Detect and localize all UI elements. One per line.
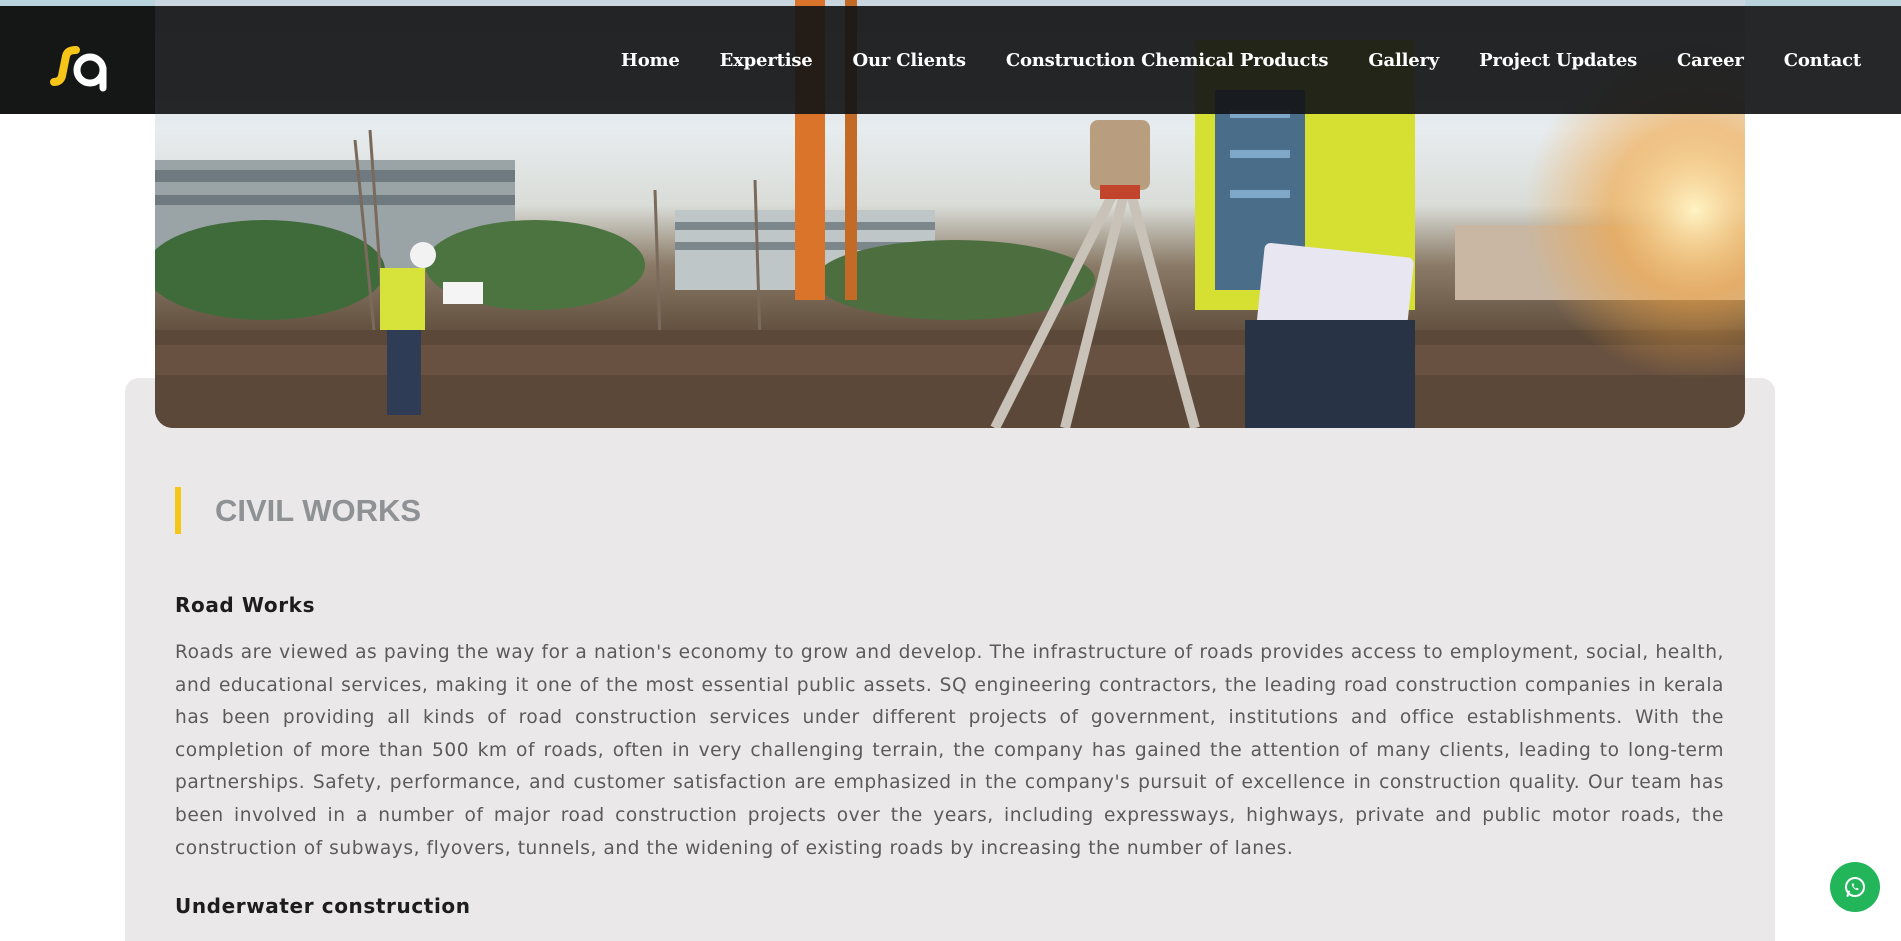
nav-expertise[interactable]: Expertise (720, 50, 813, 71)
main-navbar: Home Expertise Our Clients Construction … (0, 6, 1901, 114)
section-title: CIVIL WORKS (215, 492, 422, 528)
nav-contact[interactable]: Contact (1784, 50, 1861, 71)
underwater-construction-title: Underwater construction (175, 894, 471, 918)
whatsapp-icon (1845, 877, 1865, 897)
nav-our-clients[interactable]: Our Clients (853, 50, 967, 71)
nav-construction-chemical-products[interactable]: Construction Chemical Products (1006, 50, 1329, 71)
logo[interactable] (0, 6, 155, 114)
road-works-body: Roads are viewed as paving the way for a… (175, 642, 1724, 859)
nav-project-updates[interactable]: Project Updates (1479, 50, 1637, 71)
sq-logo-icon (50, 46, 107, 92)
nav-career[interactable]: Career (1677, 50, 1744, 71)
whatsapp-button[interactable] (1830, 862, 1880, 912)
section-heading: CIVIL WORKS (175, 487, 421, 534)
road-works-title: Road Works (175, 593, 316, 617)
nav-home[interactable]: Home (621, 50, 680, 71)
nav-menu: Home Expertise Our Clients Construction … (581, 6, 1861, 114)
nav-gallery[interactable]: Gallery (1368, 50, 1439, 71)
